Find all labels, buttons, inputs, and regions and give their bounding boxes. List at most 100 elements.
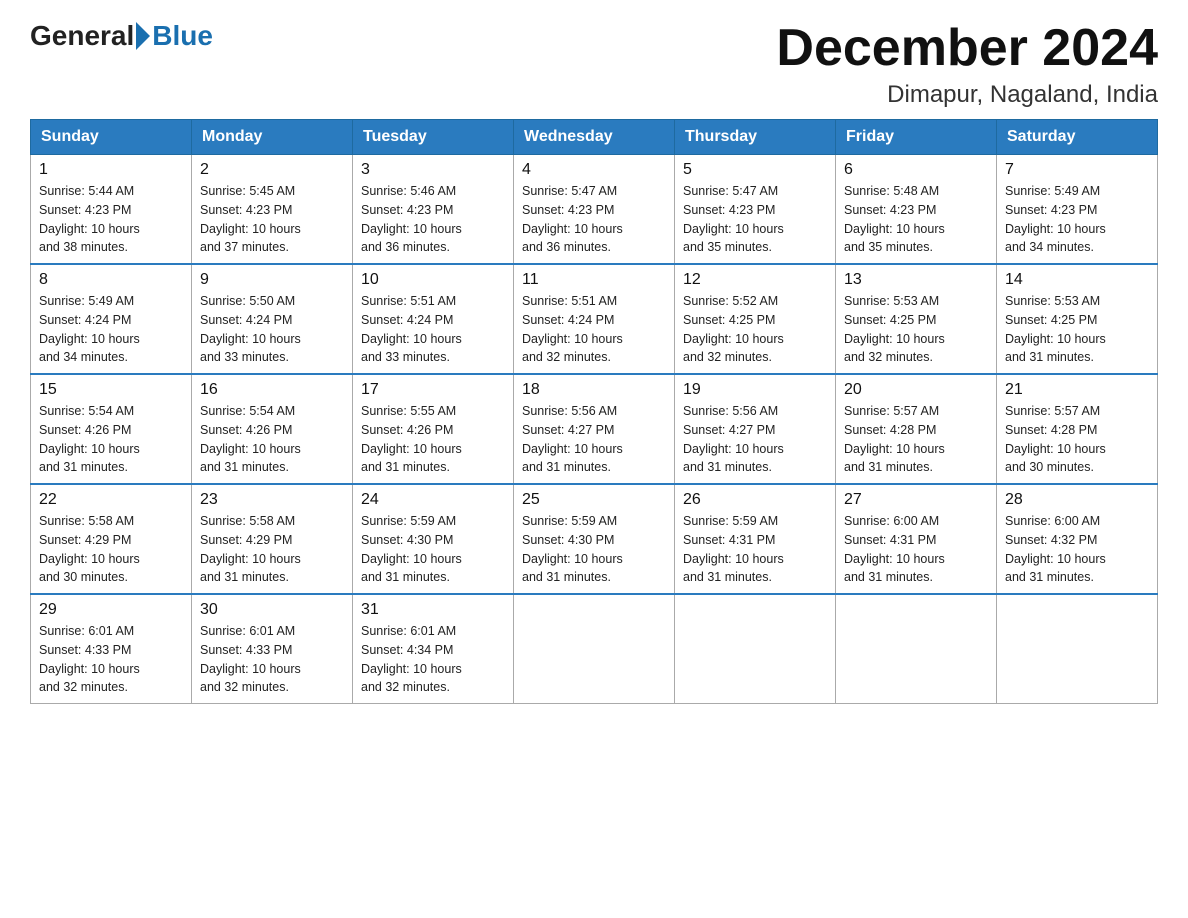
day-info: Sunrise: 5:53 AM Sunset: 4:25 PM Dayligh…: [1005, 292, 1149, 367]
day-number: 7: [1005, 161, 1149, 179]
day-info: Sunrise: 5:47 AM Sunset: 4:23 PM Dayligh…: [683, 182, 827, 257]
title-area: December 2024 Dimapur, Nagaland, India: [776, 20, 1158, 109]
day-info: Sunrise: 5:59 AM Sunset: 4:30 PM Dayligh…: [522, 512, 666, 587]
day-number: 11: [522, 271, 666, 289]
day-info: Sunrise: 5:54 AM Sunset: 4:26 PM Dayligh…: [39, 402, 183, 477]
day-info: Sunrise: 6:01 AM Sunset: 4:34 PM Dayligh…: [361, 622, 505, 697]
empty-cell: [836, 594, 997, 704]
calendar-body: 1 Sunrise: 5:44 AM Sunset: 4:23 PM Daylig…: [31, 155, 1158, 704]
day-cell-1: 1 Sunrise: 5:44 AM Sunset: 4:23 PM Daylig…: [31, 155, 192, 265]
location-subtitle: Dimapur, Nagaland, India: [776, 81, 1158, 109]
day-number: 29: [39, 601, 183, 619]
day-cell-18: 18 Sunrise: 5:56 AM Sunset: 4:27 PM Dayli…: [514, 374, 675, 484]
day-number: 22: [39, 491, 183, 509]
day-cell-26: 26Sunrise: 5:59 AM Sunset: 4:31 PM Dayli…: [675, 484, 836, 594]
day-info: Sunrise: 5:58 AM Sunset: 4:29 PM Dayligh…: [39, 512, 183, 587]
day-cell-23: 23Sunrise: 5:58 AM Sunset: 4:29 PM Dayli…: [192, 484, 353, 594]
day-info: Sunrise: 5:46 AM Sunset: 4:23 PM Dayligh…: [361, 182, 505, 257]
day-info: Sunrise: 5:47 AM Sunset: 4:23 PM Dayligh…: [522, 182, 666, 257]
day-number: 28: [1005, 491, 1149, 509]
week-row-4: 22 Sunrise: 5:58 AM Sunset: 4:29 PM Dayli…: [31, 484, 1158, 594]
day-cell-3: 3 Sunrise: 5:46 AM Sunset: 4:23 PM Daylig…: [353, 155, 514, 265]
day-cell-16: 16 Sunrise: 5:54 AM Sunset: 4:26 PM Dayli…: [192, 374, 353, 484]
header-cell-saturday: Saturday: [997, 120, 1158, 155]
day-number: 3: [361, 161, 505, 179]
empty-cell: [675, 594, 836, 704]
day-number: 1: [39, 161, 183, 179]
day-cell-4: 4 Sunrise: 5:47 AM Sunset: 4:23 PM Daylig…: [514, 155, 675, 265]
day-info: Sunrise: 5:59 AM Sunset: 4:30 PM Dayligh…: [361, 512, 505, 587]
day-cell-22: 22 Sunrise: 5:58 AM Sunset: 4:29 PM Dayli…: [31, 484, 192, 594]
day-info: Sunrise: 5:57 AM Sunset: 4:28 PM Dayligh…: [1005, 402, 1149, 477]
day-cell-20: 20Sunrise: 5:57 AM Sunset: 4:28 PM Dayli…: [836, 374, 997, 484]
week-row-1: 1 Sunrise: 5:44 AM Sunset: 4:23 PM Daylig…: [31, 155, 1158, 265]
logo-general: General: [30, 20, 134, 52]
month-title: December 2024: [776, 20, 1158, 77]
day-number: 23: [200, 491, 344, 509]
day-cell-31: 31Sunrise: 6:01 AM Sunset: 4:34 PM Dayli…: [353, 594, 514, 704]
logo: General Blue: [30, 20, 213, 52]
day-cell-9: 9 Sunrise: 5:50 AM Sunset: 4:24 PM Daylig…: [192, 264, 353, 374]
empty-cell: [997, 594, 1158, 704]
day-number: 4: [522, 161, 666, 179]
day-info: Sunrise: 5:44 AM Sunset: 4:23 PM Dayligh…: [39, 182, 183, 257]
day-number: 18: [522, 381, 666, 399]
week-row-2: 8Sunrise: 5:49 AM Sunset: 4:24 PM Daylig…: [31, 264, 1158, 374]
day-number: 12: [683, 271, 827, 289]
day-cell-7: 7 Sunrise: 5:49 AM Sunset: 4:23 PM Daylig…: [997, 155, 1158, 265]
day-info: Sunrise: 5:49 AM Sunset: 4:23 PM Dayligh…: [1005, 182, 1149, 257]
day-number: 27: [844, 491, 988, 509]
header-cell-tuesday: Tuesday: [353, 120, 514, 155]
day-info: Sunrise: 5:56 AM Sunset: 4:27 PM Dayligh…: [522, 402, 666, 477]
day-number: 17: [361, 381, 505, 399]
day-cell-15: 15 Sunrise: 5:54 AM Sunset: 4:26 PM Dayli…: [31, 374, 192, 484]
day-info: Sunrise: 5:50 AM Sunset: 4:24 PM Dayligh…: [200, 292, 344, 367]
day-info: Sunrise: 5:49 AM Sunset: 4:24 PM Dayligh…: [39, 292, 183, 367]
day-number: 16: [200, 381, 344, 399]
day-cell-27: 27Sunrise: 6:00 AM Sunset: 4:31 PM Dayli…: [836, 484, 997, 594]
header-row: SundayMondayTuesdayWednesdayThursdayFrid…: [31, 120, 1158, 155]
day-cell-17: 17 Sunrise: 5:55 AM Sunset: 4:26 PM Dayli…: [353, 374, 514, 484]
day-cell-29: 29 Sunrise: 6:01 AM Sunset: 4:33 PM Dayli…: [31, 594, 192, 704]
day-info: Sunrise: 5:48 AM Sunset: 4:23 PM Dayligh…: [844, 182, 988, 257]
day-number: 14: [1005, 271, 1149, 289]
day-info: Sunrise: 6:01 AM Sunset: 4:33 PM Dayligh…: [200, 622, 344, 697]
day-number: 10: [361, 271, 505, 289]
day-cell-6: 6Sunrise: 5:48 AM Sunset: 4:23 PM Daylig…: [836, 155, 997, 265]
day-number: 24: [361, 491, 505, 509]
day-cell-25: 25 Sunrise: 5:59 AM Sunset: 4:30 PM Dayli…: [514, 484, 675, 594]
day-number: 21: [1005, 381, 1149, 399]
header-cell-monday: Monday: [192, 120, 353, 155]
calendar-header: SundayMondayTuesdayWednesdayThursdayFrid…: [31, 120, 1158, 155]
header-cell-wednesday: Wednesday: [514, 120, 675, 155]
day-number: 30: [200, 601, 344, 619]
day-number: 15: [39, 381, 183, 399]
week-row-3: 15 Sunrise: 5:54 AM Sunset: 4:26 PM Dayli…: [31, 374, 1158, 484]
day-info: Sunrise: 5:45 AM Sunset: 4:23 PM Dayligh…: [200, 182, 344, 257]
day-cell-8: 8Sunrise: 5:49 AM Sunset: 4:24 PM Daylig…: [31, 264, 192, 374]
day-number: 26: [683, 491, 827, 509]
day-cell-13: 13Sunrise: 5:53 AM Sunset: 4:25 PM Dayli…: [836, 264, 997, 374]
day-info: Sunrise: 5:54 AM Sunset: 4:26 PM Dayligh…: [200, 402, 344, 477]
day-info: Sunrise: 6:00 AM Sunset: 4:32 PM Dayligh…: [1005, 512, 1149, 587]
day-number: 13: [844, 271, 988, 289]
day-cell-5: 5Sunrise: 5:47 AM Sunset: 4:23 PM Daylig…: [675, 155, 836, 265]
day-cell-14: 14 Sunrise: 5:53 AM Sunset: 4:25 PM Dayli…: [997, 264, 1158, 374]
day-cell-24: 24 Sunrise: 5:59 AM Sunset: 4:30 PM Dayli…: [353, 484, 514, 594]
header-cell-friday: Friday: [836, 120, 997, 155]
day-cell-10: 10Sunrise: 5:51 AM Sunset: 4:24 PM Dayli…: [353, 264, 514, 374]
day-cell-11: 11Sunrise: 5:51 AM Sunset: 4:24 PM Dayli…: [514, 264, 675, 374]
day-cell-30: 30 Sunrise: 6:01 AM Sunset: 4:33 PM Dayli…: [192, 594, 353, 704]
day-number: 2: [200, 161, 344, 179]
logo-blue: Blue: [152, 20, 213, 52]
week-row-5: 29 Sunrise: 6:01 AM Sunset: 4:33 PM Dayli…: [31, 594, 1158, 704]
day-number: 9: [200, 271, 344, 289]
day-info: Sunrise: 5:52 AM Sunset: 4:25 PM Dayligh…: [683, 292, 827, 367]
day-info: Sunrise: 5:55 AM Sunset: 4:26 PM Dayligh…: [361, 402, 505, 477]
day-info: Sunrise: 6:01 AM Sunset: 4:33 PM Dayligh…: [39, 622, 183, 697]
day-cell-28: 28 Sunrise: 6:00 AM Sunset: 4:32 PM Dayli…: [997, 484, 1158, 594]
header-cell-thursday: Thursday: [675, 120, 836, 155]
day-cell-21: 21 Sunrise: 5:57 AM Sunset: 4:28 PM Dayli…: [997, 374, 1158, 484]
header-cell-sunday: Sunday: [31, 120, 192, 155]
day-number: 25: [522, 491, 666, 509]
